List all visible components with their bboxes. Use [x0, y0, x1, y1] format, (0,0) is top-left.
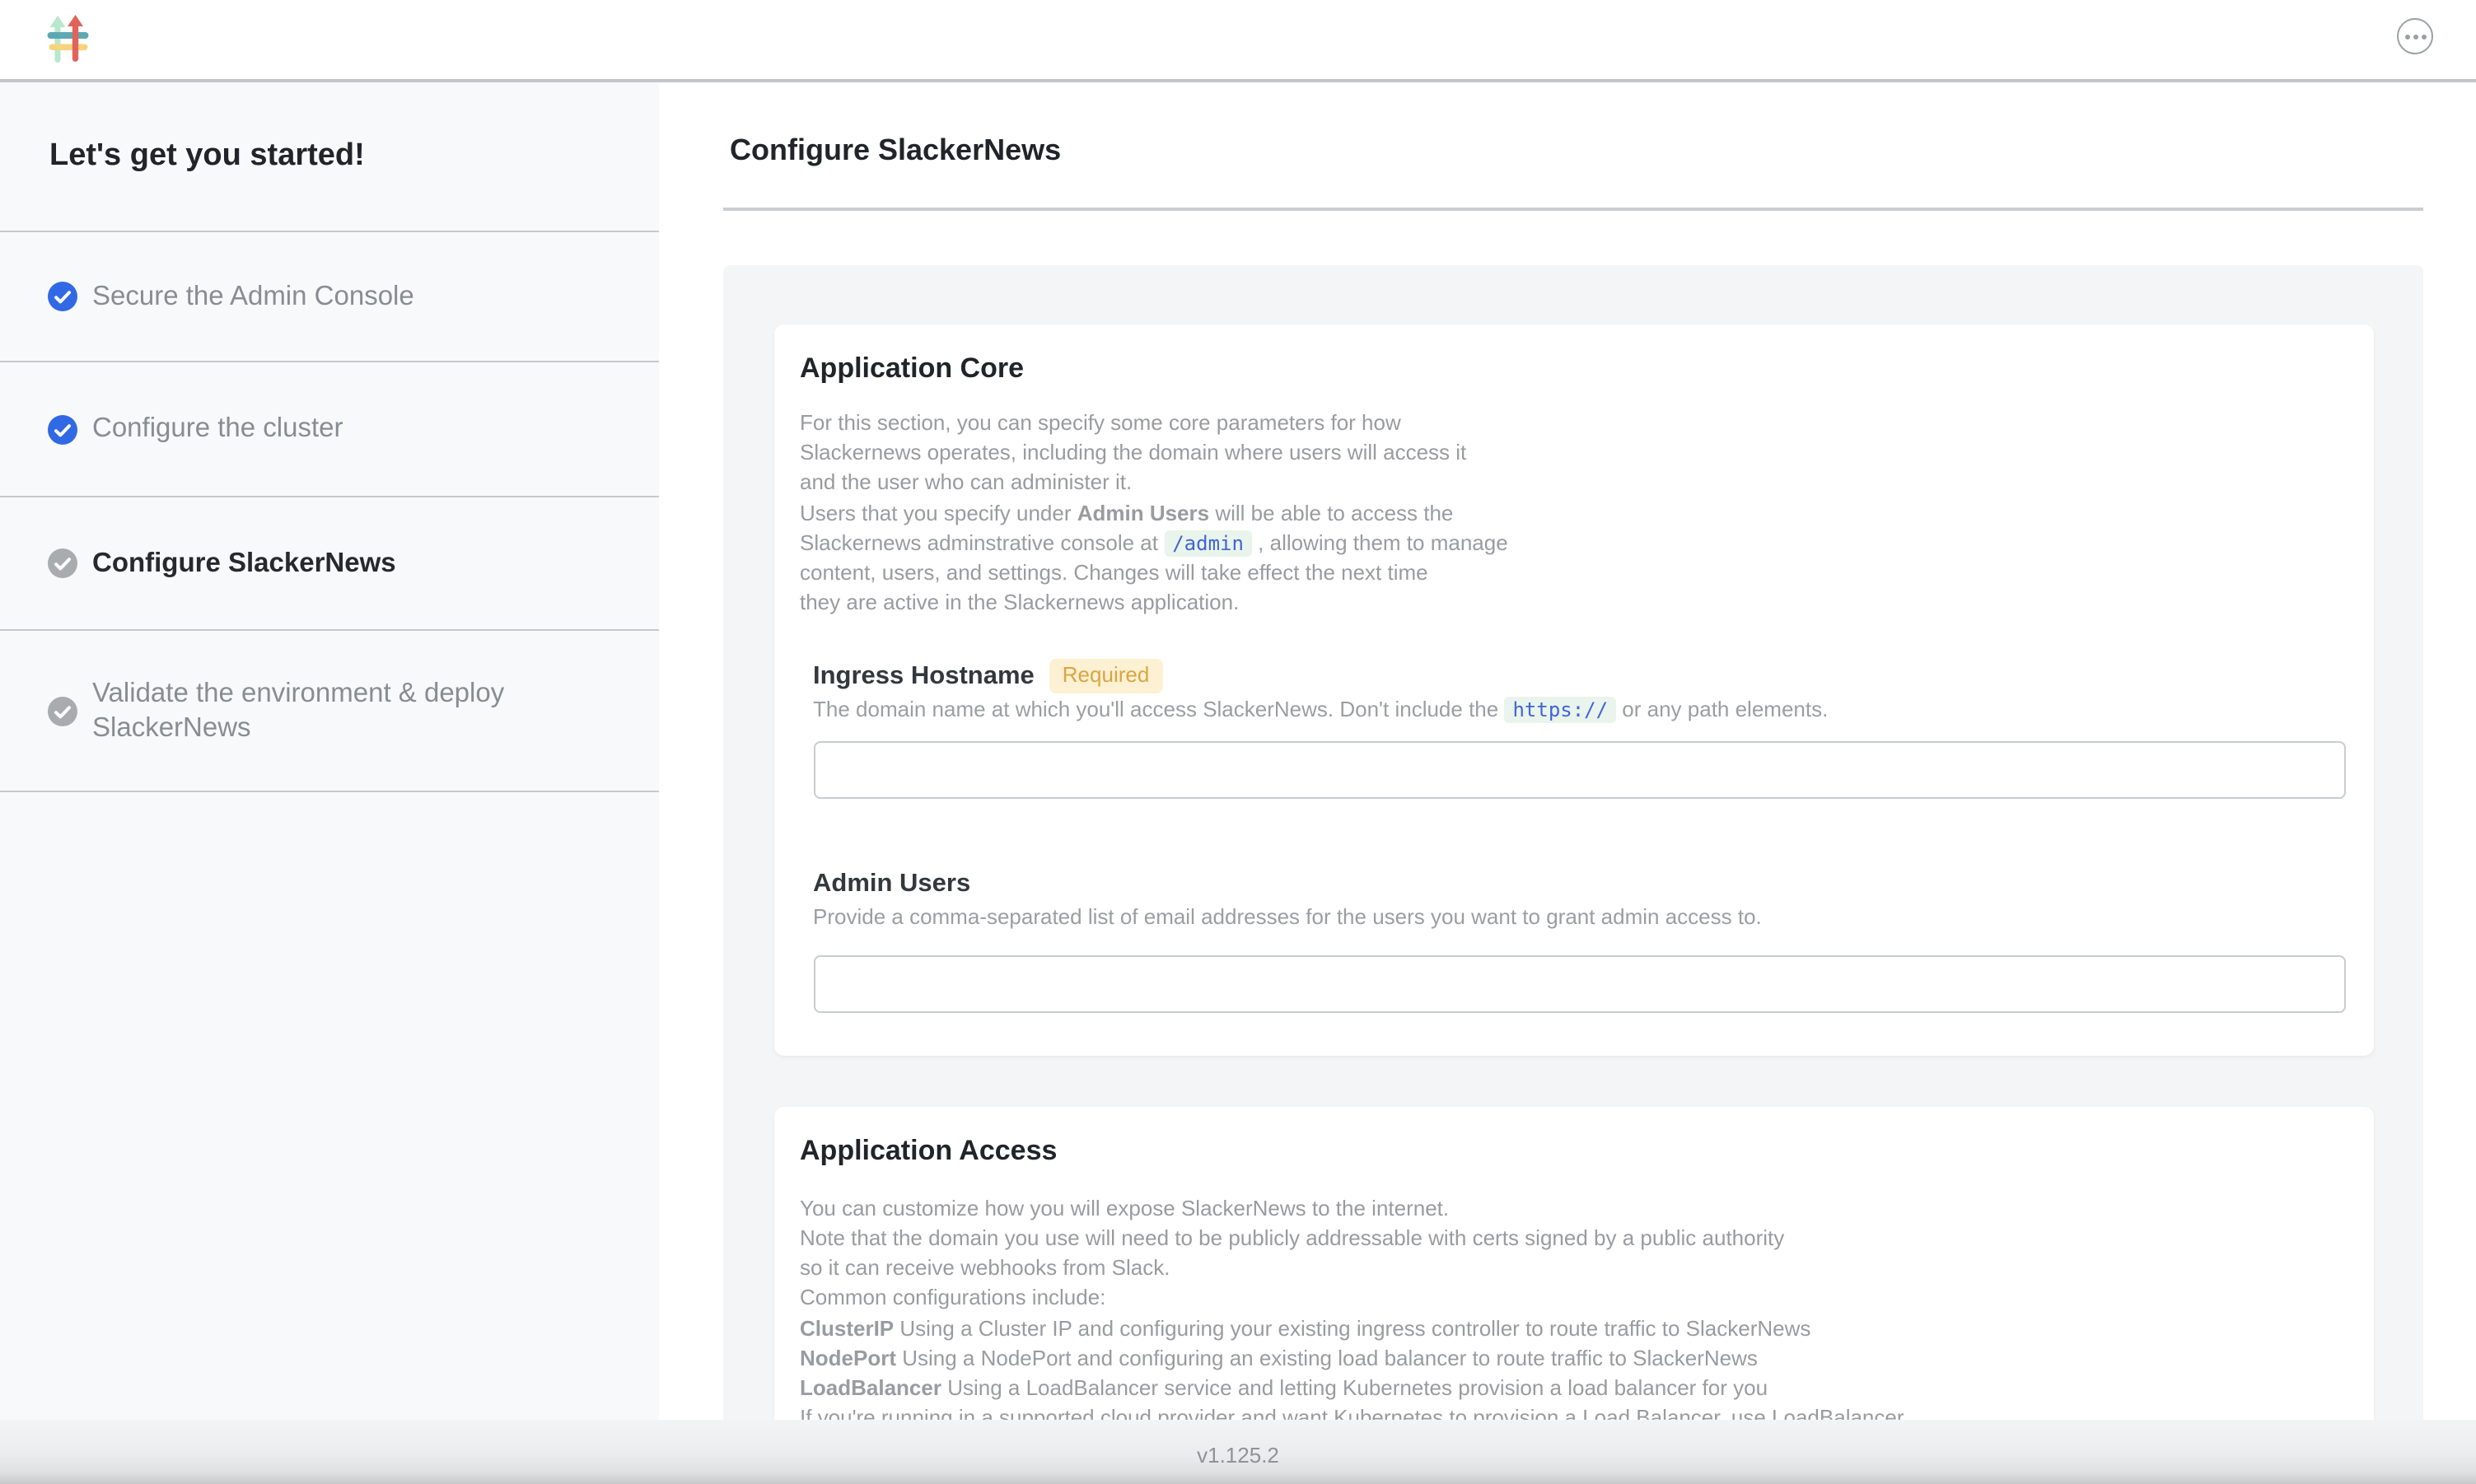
- check-circle-icon: [48, 414, 77, 444]
- sidebar-item-label: Configure the cluster: [92, 412, 343, 446]
- admin-users-input[interactable]: [813, 955, 2345, 1013]
- ellipsis-icon: [2404, 34, 2426, 39]
- field-help: Provide a comma-separated list of email …: [813, 902, 2347, 931]
- check-circle-icon: [48, 548, 77, 578]
- check-circle-icon: [48, 282, 77, 311]
- card-title: Application Access: [800, 1132, 2347, 1171]
- slackernews-logo-icon: [46, 13, 89, 64]
- field-label: Admin Users: [813, 867, 970, 900]
- card-title: Application Core: [800, 349, 2347, 389]
- footer: v1.125.2: [0, 1420, 2476, 1484]
- sidebar-heading: Let's get you started!: [0, 82, 659, 232]
- card-description: For this section, you can specify some c…: [800, 408, 2347, 618]
- version-text: v1.125.2: [1197, 1436, 1279, 1468]
- title-divider: [723, 208, 2423, 211]
- form-panel: Application Core For this section, you c…: [723, 265, 2423, 1420]
- check-circle-icon: [48, 696, 77, 726]
- card-description: You can customize how you will expose Sl…: [800, 1194, 2347, 1420]
- sidebar-item-label: Configure SlackerNews: [92, 546, 396, 581]
- page-title: Configure SlackerNews: [730, 133, 1061, 168]
- field-admin-users: Admin Users Provide a comma-separated li…: [813, 867, 2347, 1012]
- sidebar-item-label: Secure the Admin Console: [92, 279, 414, 314]
- sidebar-item-label: Validate the environment & deploy Slacke…: [92, 676, 613, 745]
- sidebar-item-configure-slackernews[interactable]: Configure SlackerNews: [0, 497, 659, 631]
- sidebar-item-validate-deploy[interactable]: Validate the environment & deploy Slacke…: [0, 631, 659, 792]
- card-application-access: Application Access You can customize how…: [773, 1107, 2373, 1420]
- required-badge: Required: [1049, 660, 1163, 694]
- sidebar-item-secure-admin-console[interactable]: Secure the Admin Console: [0, 232, 659, 362]
- ingress-hostname-input[interactable]: [813, 740, 2345, 798]
- more-menu-button[interactable]: [2397, 18, 2433, 54]
- sidebar-item-configure-cluster[interactable]: Configure the cluster: [0, 362, 659, 497]
- field-label: Ingress Hostname: [813, 660, 1035, 693]
- field-ingress-hostname: Ingress Hostname Required The domain nam…: [813, 660, 2347, 798]
- card-application-core: Application Core For this section, you c…: [773, 324, 2373, 1056]
- main-content: Configure SlackerNews Application Core F…: [659, 82, 2476, 1420]
- topbar: [0, 0, 2476, 82]
- sidebar: Let's get you started! Secure the Admin …: [0, 82, 659, 1420]
- app-root: Let's get you started! Secure the Admin …: [0, 0, 2476, 1484]
- field-help: The domain name at which you'll access S…: [813, 696, 2347, 726]
